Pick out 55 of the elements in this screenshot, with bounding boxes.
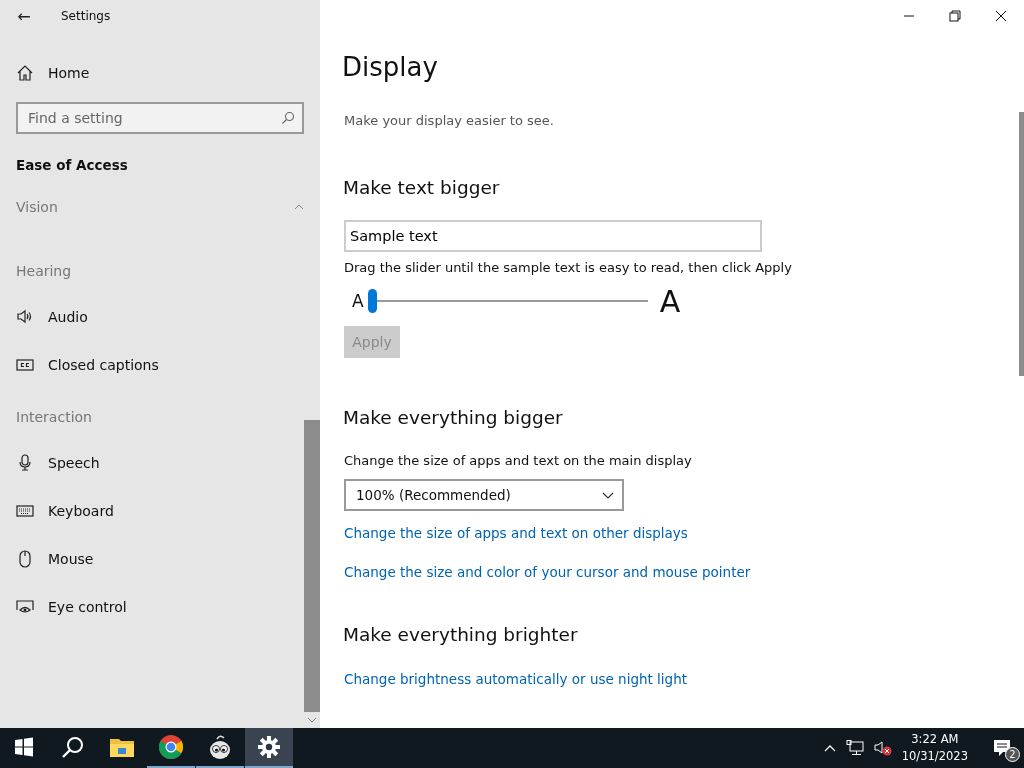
section-label: Vision [16, 199, 58, 215]
page-subtitle: Make your display easier to see. [344, 113, 555, 130]
nav-item[interactable]: Closed captions [16, 341, 296, 389]
section-label: Hearing [16, 263, 72, 279]
nav-item[interactable]: Eye control [16, 583, 296, 631]
nav-item[interactable]: Keyboard [16, 487, 296, 535]
close-icon[interactable] [995, 10, 1007, 22]
clock-time[interactable]: 3:22 AM [911, 731, 959, 748]
nav-item[interactable]: Mouse [16, 535, 296, 583]
category-heading: Ease of Access [16, 157, 129, 175]
slider-thumb[interactable] [367, 289, 377, 313]
sample-text-field[interactable]: Sample text [344, 220, 762, 252]
scrollbar-thumb[interactable] [304, 420, 320, 712]
scroll-down-icon[interactable] [307, 717, 317, 723]
search-icon [281, 111, 295, 125]
settings-link[interactable]: Change the size of apps and text on other displays [344, 525, 688, 543]
scrollbar-thumb[interactable] [1019, 112, 1024, 376]
network-icon[interactable] [845, 740, 864, 756]
speaker-icon [16, 308, 34, 326]
chevron-down-icon [602, 491, 614, 499]
field-label: Change the size of apps and text on the main display [344, 453, 693, 470]
keyboard-icon [16, 502, 34, 520]
large-letter: A [659, 283, 681, 319]
taskbar-button[interactable] [245, 728, 293, 768]
scale-dropdown[interactable]: 100% (Recommended) [344, 479, 624, 511]
restore-icon[interactable] [949, 10, 961, 22]
windows-logo-icon [14, 737, 34, 757]
section-heading: Make everything bigger [343, 407, 564, 430]
mouse-icon [16, 550, 34, 568]
eyes-icon [208, 734, 232, 760]
section-heading: Make text bigger [343, 177, 501, 200]
search-field[interactable]: Find a setting [16, 102, 304, 134]
section-label: Interaction [16, 409, 92, 425]
section-heading: Make everything brighter [343, 624, 579, 647]
search-icon [61, 735, 85, 759]
clock-date[interactable]: 10/31/2023 [901, 748, 968, 765]
home-link[interactable]: Home [16, 48, 296, 98]
microphone-icon [16, 454, 34, 472]
page-title: Display [342, 52, 439, 84]
small-letter: A [352, 291, 364, 311]
notification-badge: 2 [1005, 747, 1020, 762]
nav-item[interactable]: Audio [16, 293, 296, 341]
browser-icon [159, 735, 183, 759]
nav-item[interactable]: Speech [16, 439, 296, 487]
volume-muted-icon[interactable] [873, 740, 892, 756]
home-icon [16, 64, 34, 82]
hint-text: Drag the slider until the sample text is easy to read, then click Apply [344, 260, 793, 277]
captions-icon [16, 356, 34, 374]
gear-icon [258, 736, 280, 758]
folder-icon [110, 737, 134, 757]
settings-link[interactable]: Change the size and color of your cursor and mouse pointer [344, 564, 751, 582]
window-title: Settings [61, 9, 111, 23]
eye-icon [16, 598, 34, 616]
back-button[interactable]: ← [16, 6, 32, 26]
settings-link[interactable]: Change brightness automatically or use night light [344, 671, 688, 689]
